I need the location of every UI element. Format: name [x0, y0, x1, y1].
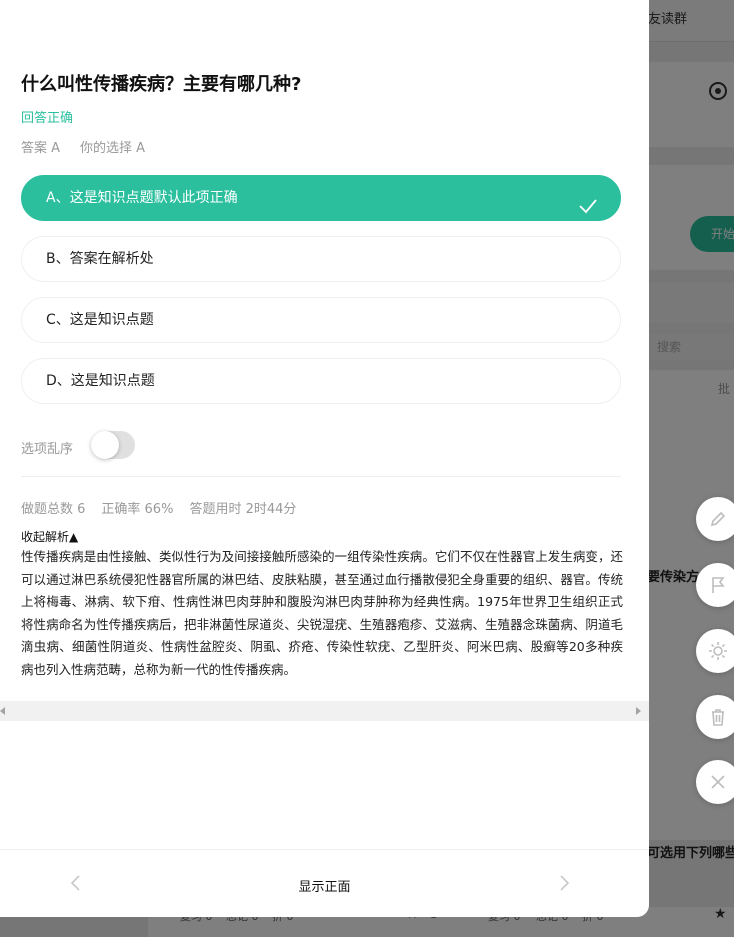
collapse-analysis-button[interactable]: 收起解析▲ [21, 528, 78, 545]
check-icon [578, 189, 598, 214]
flag-button[interactable] [696, 563, 734, 607]
option-b[interactable]: B、答案在解析处 [21, 236, 621, 282]
option-label: A、这是知识点题默认此项正确 [46, 190, 238, 206]
flag-icon [712, 577, 725, 593]
brightness-button[interactable] [696, 629, 734, 673]
accuracy-rate: 正确率 66% [101, 502, 174, 517]
delete-button[interactable] [696, 695, 734, 739]
scroll-right-icon[interactable] [636, 707, 641, 715]
option-d[interactable]: D、这是知识点题 [21, 358, 621, 404]
edit-button[interactable] [696, 497, 734, 541]
scroll-left-icon[interactable] [0, 707, 5, 715]
option-c[interactable]: C、这是知识点题 [21, 297, 621, 343]
shuffle-label: 选项乱序 [21, 442, 74, 457]
option-label: B、答案在解析处 [46, 251, 154, 267]
time-spent: 答题用时 2时44分 [189, 502, 297, 517]
shuffle-toggle[interactable] [91, 431, 135, 459]
answer-label: 答案 A [21, 141, 61, 156]
result-text: 回答正确 [21, 111, 74, 126]
question-title: 什么叫性传播疾病？主要有哪几种? [21, 74, 302, 95]
option-label: D、这是知识点题 [46, 373, 155, 389]
toggle-knob [91, 431, 119, 459]
option-a[interactable]: A、这是知识点题默认此项正确 [21, 175, 621, 221]
chevron-right-icon [560, 875, 570, 891]
total-count: 做题总数 6 [21, 502, 86, 517]
modal-footer: 显示正面 [0, 849, 649, 917]
your-choice-label: 你的选择 A [80, 141, 146, 156]
horizontal-scrollbar[interactable] [0, 701, 649, 721]
brightness-icon [709, 642, 727, 660]
next-button[interactable] [556, 874, 572, 892]
divider [21, 476, 621, 477]
stats-row: 做题总数 6 正确率 66% 答题用时 2时44分 [21, 498, 296, 517]
analysis-text: 性传播疾病是由性接触、类似性行为及间接接触所感染的一组传染性疾病。它们不仅在性器… [21, 549, 623, 677]
option-label: C、这是知识点题 [46, 312, 154, 328]
trash-icon [712, 709, 724, 726]
answer-row: 答案 A 你的选择 A [21, 137, 145, 156]
close-button[interactable] [696, 760, 734, 804]
question-modal: 什么叫性传播疾病？主要有哪几种? 回答正确 答案 A 你的选择 A A、这是知识点… [0, 0, 649, 917]
edit-icon [710, 511, 726, 527]
show-front-button[interactable]: 显示正面 [0, 876, 649, 895]
close-icon [711, 775, 725, 789]
